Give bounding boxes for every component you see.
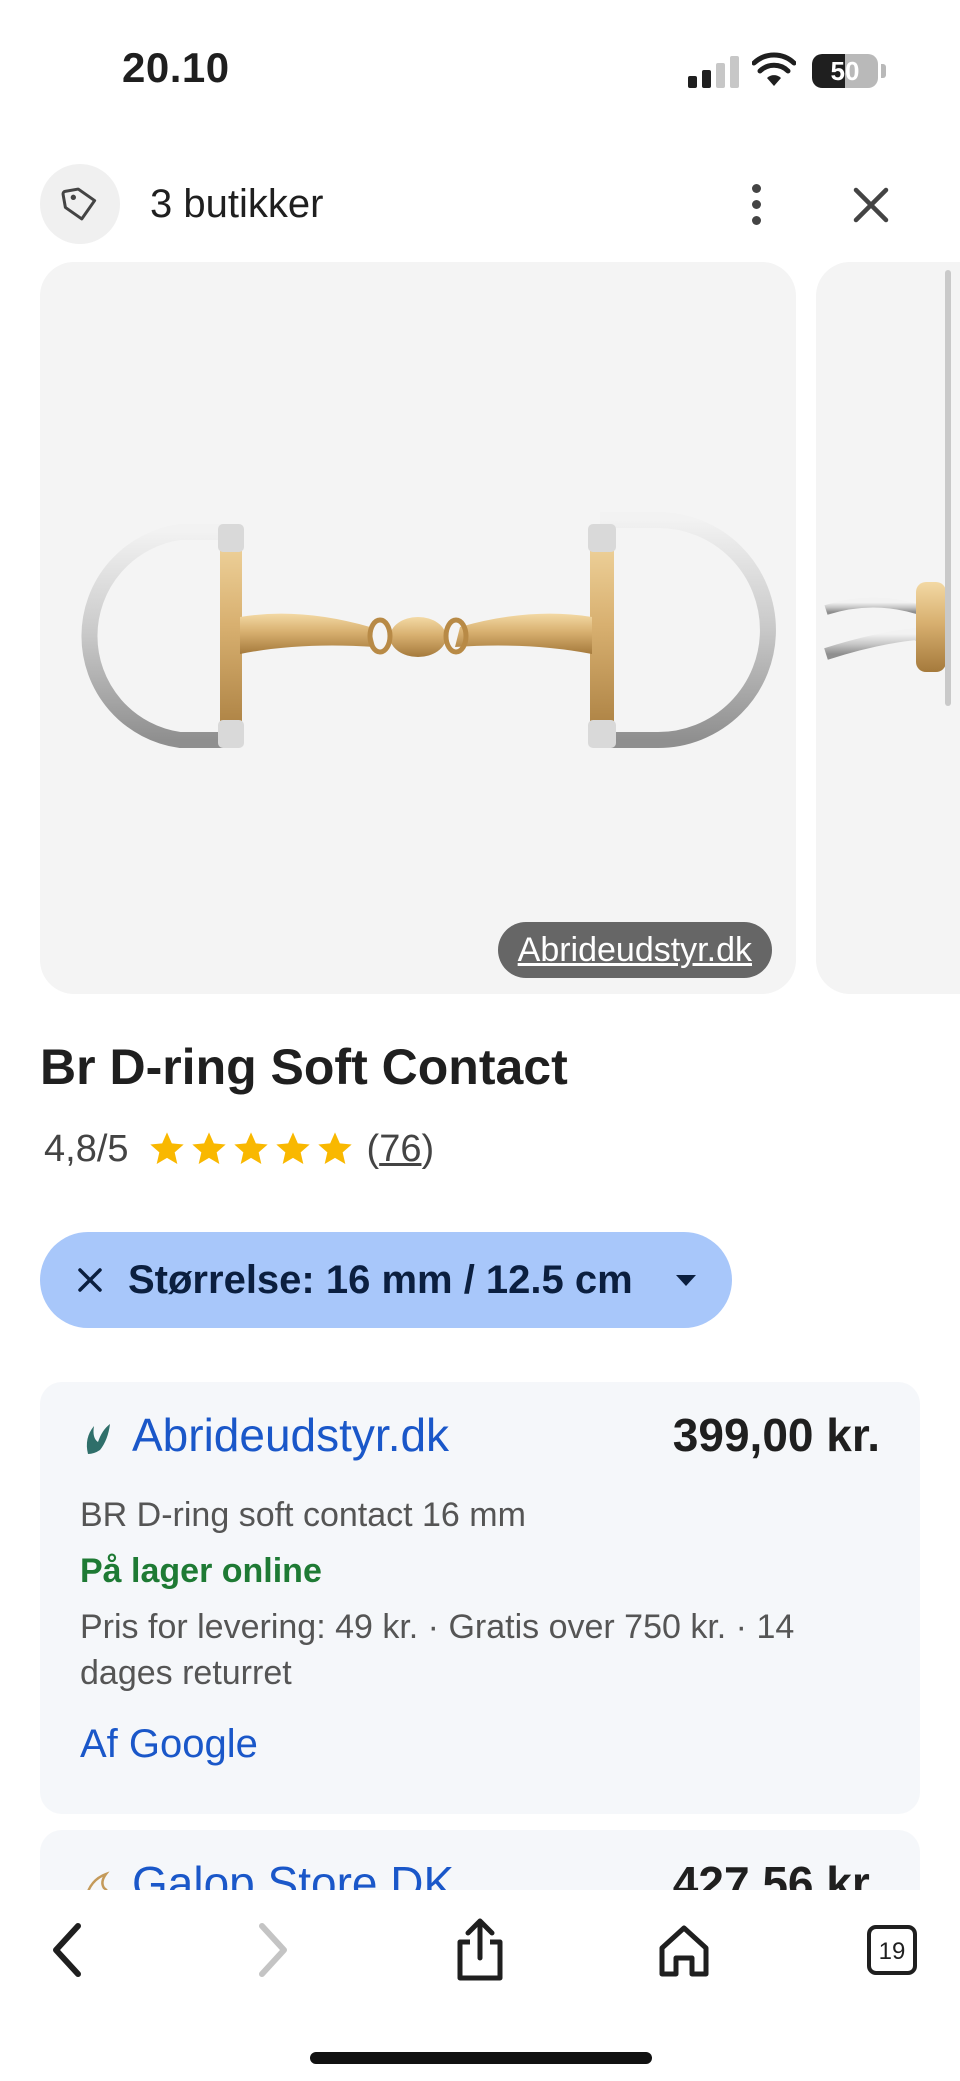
tabs-count: 19 (879, 1938, 906, 1965)
browser-toolbar: 19 (0, 1890, 960, 2081)
battery-tip (881, 64, 886, 78)
status-bar: 20.10 50 (0, 0, 960, 120)
forward-button[interactable] (232, 1910, 312, 1990)
chevron-down-icon (676, 1274, 696, 1286)
stock-status: På lager online (80, 1552, 322, 1590)
more-options-icon[interactable] (736, 174, 776, 234)
next-image-preview (824, 582, 946, 672)
product-title: Br D-ring Soft Contact (40, 1039, 568, 1095)
image-carousel[interactable]: Abrideudstyr.dk (0, 262, 960, 994)
tabs-icon: 19 (867, 1925, 917, 1975)
d-ring-bit-image (81, 512, 776, 748)
rating-value: 4,8/5 (44, 1127, 129, 1170)
size-filter-chip[interactable]: Størrelse: 16 mm / 12.5 cm (40, 1232, 732, 1328)
chevron-right-icon (259, 1923, 287, 1977)
delivery-info: Pris for levering: 49 kr. · Gratis over … (80, 1608, 795, 1692)
provider-link[interactable]: Af Google (80, 1722, 258, 1767)
star-icon (191, 1132, 226, 1164)
home-button[interactable] (644, 1910, 724, 1990)
status-time: 20.10 (122, 44, 230, 91)
star-icon (275, 1132, 310, 1164)
panel-header: 3 butikker (0, 160, 960, 248)
clear-filter-icon[interactable] (76, 1266, 104, 1294)
battery-level: 50 (830, 56, 860, 86)
tag-icon[interactable] (40, 164, 120, 244)
review-count-open: ( (366, 1127, 380, 1170)
review-count-close: ) (421, 1127, 435, 1170)
share-icon (457, 1918, 503, 1981)
home-indicator (310, 2052, 652, 2064)
offer-price: 399,00 kr. (672, 1409, 880, 1461)
offer-description: BR D-ring soft contact 16 mm (80, 1496, 526, 1534)
stores-count-title: 3 butikker (150, 182, 324, 226)
offer-card[interactable]: Abrideudstyr.dk 399,00 kr. BR D-ring sof… (40, 1382, 920, 1814)
chevron-left-icon (53, 1923, 81, 1977)
product-image[interactable]: Abrideudstyr.dk (40, 262, 796, 994)
home-icon (659, 1925, 709, 1977)
store-logo-icon (86, 1424, 110, 1454)
back-button[interactable] (28, 1910, 108, 1990)
vertical-scrollbar[interactable] (945, 270, 951, 706)
star-icon (317, 1132, 352, 1164)
review-count-link[interactable]: (76) (367, 1128, 435, 1171)
battery-icon: 50 (812, 54, 878, 88)
size-filter-label: Størrelse: 16 mm / 12.5 cm (128, 1257, 633, 1302)
star-icon (233, 1132, 268, 1164)
star-icon (149, 1132, 184, 1164)
cellular-signal-icon (688, 54, 739, 88)
wifi-icon (752, 52, 796, 86)
review-count: 76 (379, 1127, 422, 1170)
next-product-image[interactable] (816, 262, 960, 994)
close-icon[interactable] (846, 180, 896, 230)
store-name-link[interactable]: Abrideudstyr.dk (132, 1408, 449, 1462)
tabs-button[interactable]: 19 (852, 1910, 932, 1990)
rating-stars (147, 1129, 355, 1169)
product-rating[interactable]: 4,8/5 (76) (44, 1124, 434, 1174)
image-source-link[interactable]: Abrideudstyr.dk (497, 922, 772, 978)
price-tag-icon (61, 187, 97, 221)
share-button[interactable] (440, 1910, 520, 1990)
